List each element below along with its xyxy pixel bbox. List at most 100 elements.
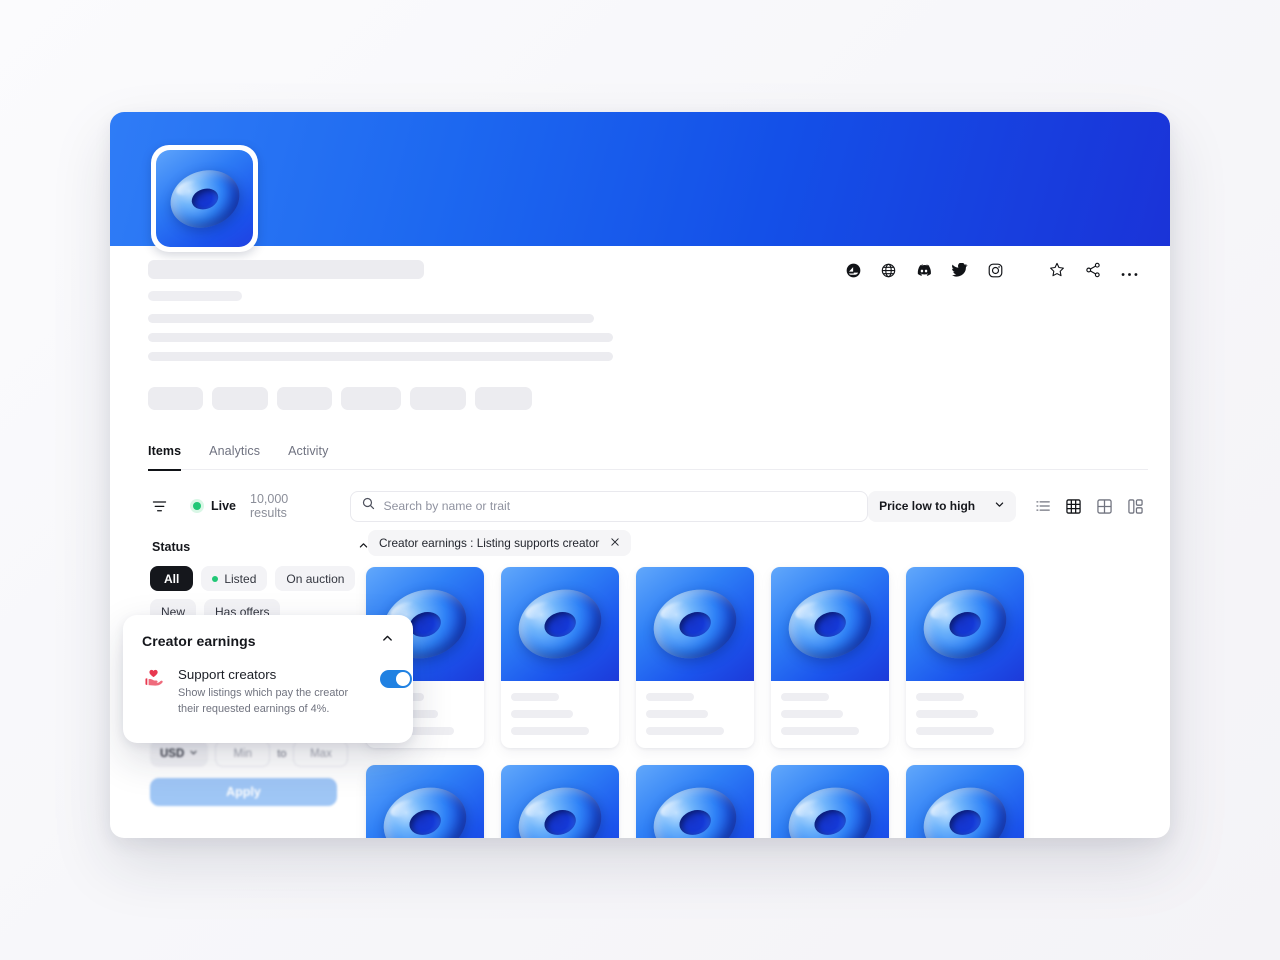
discord-icon[interactable] xyxy=(916,264,932,282)
live-label: Live xyxy=(210,499,236,513)
results-count: 10,000 results xyxy=(250,492,289,520)
item-card[interactable] xyxy=(906,567,1024,748)
status-chip-on-auction[interactable]: On auction xyxy=(275,566,356,591)
popover-header[interactable]: Creator earnings xyxy=(142,632,394,650)
status-chip-all[interactable]: All xyxy=(150,566,194,591)
item-artwork xyxy=(771,567,889,681)
skeleton-bar xyxy=(781,727,859,735)
support-creators-description: Show listings which pay the creator thei… xyxy=(178,687,349,715)
collection-banner xyxy=(110,112,1170,252)
skeleton-bar xyxy=(511,693,559,701)
status-filter-title: Status xyxy=(152,540,191,554)
item-card[interactable] xyxy=(771,765,889,838)
applied-filter-chip[interactable]: Creator earnings : Listing supports crea… xyxy=(368,530,632,556)
globe-icon[interactable] xyxy=(881,263,896,283)
header-action-icons xyxy=(846,262,1138,283)
skeleton-bar xyxy=(781,693,829,701)
skeleton-stat-pill xyxy=(277,387,332,410)
filter-section-status[interactable]: Status xyxy=(148,530,373,566)
twitter-icon[interactable] xyxy=(952,262,968,282)
tab-items[interactable]: Items xyxy=(148,444,182,471)
creator-earnings-popover: Creator earnings Support creators Show l… xyxy=(123,615,413,743)
close-icon[interactable] xyxy=(610,534,620,552)
sort-dropdown[interactable]: Price low to high xyxy=(868,490,1016,522)
chevron-down-icon xyxy=(994,497,1005,515)
view-detail-icon[interactable] xyxy=(1123,494,1148,519)
item-card[interactable] xyxy=(501,765,619,838)
skeleton-description-line xyxy=(148,352,613,361)
item-card[interactable] xyxy=(366,765,484,838)
skeleton-bar xyxy=(646,710,708,718)
item-artwork xyxy=(906,567,1024,681)
skeleton-bar xyxy=(646,727,724,735)
item-meta-skeleton xyxy=(906,681,1024,748)
status-chip-listed[interactable]: Listed xyxy=(201,566,268,591)
avatar-artwork xyxy=(156,150,253,247)
tab-activity[interactable]: Activity xyxy=(288,444,328,471)
support-creators-label: Support creators xyxy=(178,667,277,682)
item-card[interactable] xyxy=(771,567,889,748)
more-icon[interactable] xyxy=(1121,264,1138,282)
item-artwork xyxy=(636,765,754,838)
items-grid xyxy=(366,567,1150,838)
chip-label: On auction xyxy=(286,571,345,586)
instagram-icon[interactable] xyxy=(988,263,1003,283)
chip-label: All xyxy=(164,571,180,586)
item-card[interactable] xyxy=(636,765,754,838)
live-dot xyxy=(192,502,201,510)
item-card[interactable] xyxy=(906,765,1024,838)
skeleton-stat-pill xyxy=(341,387,401,410)
currency-dropdown[interactable]: USD xyxy=(150,740,209,767)
price-range-separator: to xyxy=(277,747,287,760)
item-meta-skeleton xyxy=(636,681,754,748)
listed-dot-icon xyxy=(212,575,219,582)
price-max-input[interactable]: Max xyxy=(293,740,349,767)
collection-tabs: Items Analytics Activity xyxy=(148,444,328,471)
tab-analytics[interactable]: Analytics xyxy=(209,444,260,471)
support-creators-row: Support creators Show listings which pay… xyxy=(142,667,412,718)
skeleton-stat-pill xyxy=(410,387,466,410)
item-card[interactable] xyxy=(636,567,754,748)
view-grid-large-icon[interactable] xyxy=(1092,494,1117,519)
view-grid-small-icon[interactable] xyxy=(1061,494,1086,519)
applied-filter-label: Creator earnings : Listing supports crea… xyxy=(379,536,600,550)
item-meta-skeleton xyxy=(501,681,619,748)
share-icon[interactable] xyxy=(1085,262,1101,283)
view-mode-switch xyxy=(1030,494,1148,519)
view-list-icon[interactable] xyxy=(1030,494,1055,519)
support-creators-toggle[interactable] xyxy=(380,670,412,688)
search-placeholder: Search by name or trait xyxy=(383,499,511,513)
sort-value: Price low to high xyxy=(879,499,976,513)
skeleton-subtitle xyxy=(148,291,242,301)
items-toolbar: Live 10,000 results Search by name or tr… xyxy=(148,484,1148,528)
filter-toggle-button[interactable] xyxy=(148,494,172,518)
currency-value: USD xyxy=(160,747,185,760)
live-indicator: Live xyxy=(189,499,236,513)
chip-label: Listed xyxy=(224,571,257,586)
skeleton-bar xyxy=(916,727,994,735)
skeleton-bar xyxy=(511,710,573,718)
item-artwork xyxy=(906,765,1024,838)
opensea-icon[interactable] xyxy=(846,263,861,283)
collection-avatar[interactable] xyxy=(151,145,258,252)
price-max-placeholder: Max xyxy=(310,747,332,760)
item-meta-skeleton xyxy=(771,681,889,748)
popover-title: Creator earnings xyxy=(142,633,256,649)
page-background: Items Analytics Activity Live 10,000 res… xyxy=(0,0,1280,960)
price-min-placeholder: Min xyxy=(233,747,253,760)
price-min-input[interactable]: Min xyxy=(215,740,271,767)
apply-button[interactable]: Apply xyxy=(150,778,337,806)
toggle-knob xyxy=(396,672,410,686)
skeleton-stat-pill xyxy=(212,387,268,410)
star-icon[interactable] xyxy=(1049,262,1065,283)
search-input[interactable]: Search by name or trait xyxy=(350,490,869,522)
app-window: Items Analytics Activity Live 10,000 res… xyxy=(110,112,1170,838)
skeleton-title xyxy=(148,260,424,279)
support-creators-text: Support creators Show listings which pay… xyxy=(178,667,368,718)
chevron-up-icon[interactable] xyxy=(381,632,394,650)
item-card[interactable] xyxy=(501,567,619,748)
skeleton-stat-pill xyxy=(148,387,203,410)
skeleton-description-line xyxy=(148,314,594,323)
item-artwork xyxy=(771,765,889,838)
heart-in-hand-icon xyxy=(142,667,166,691)
